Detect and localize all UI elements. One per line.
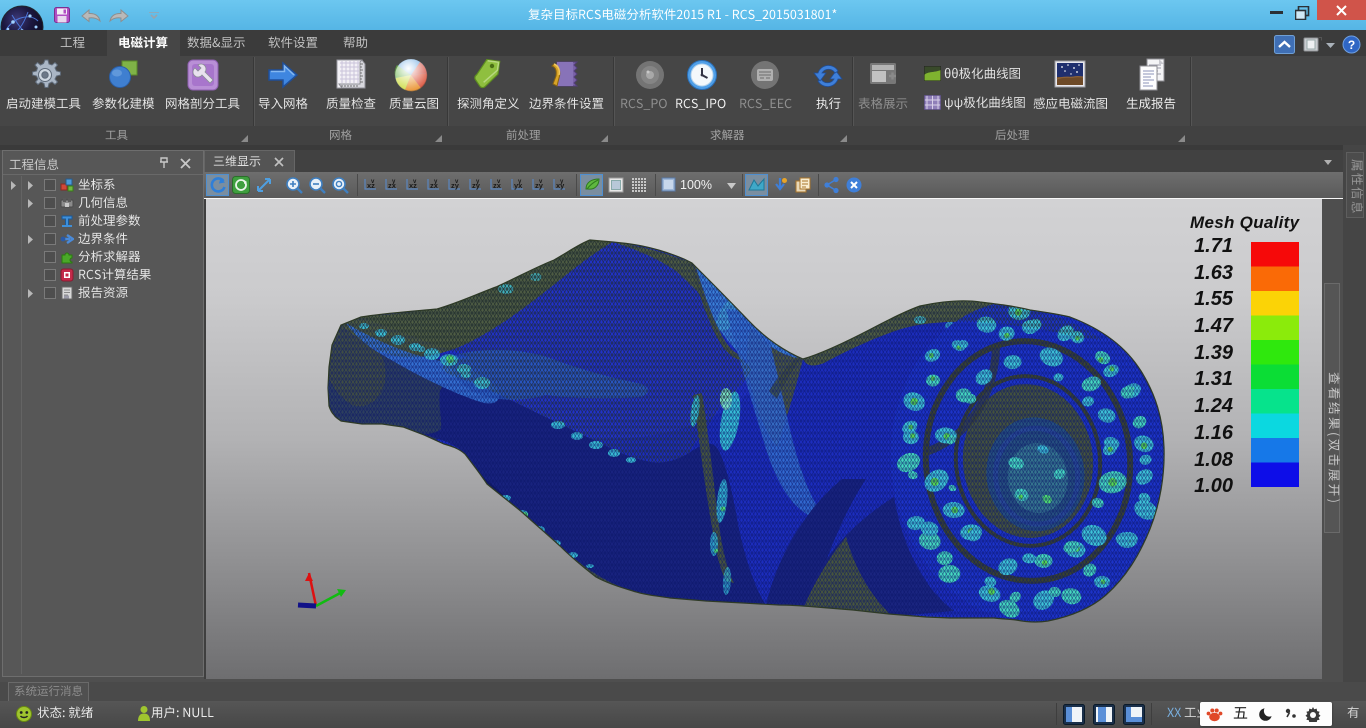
svg-text:?: ?: [1348, 38, 1355, 52]
